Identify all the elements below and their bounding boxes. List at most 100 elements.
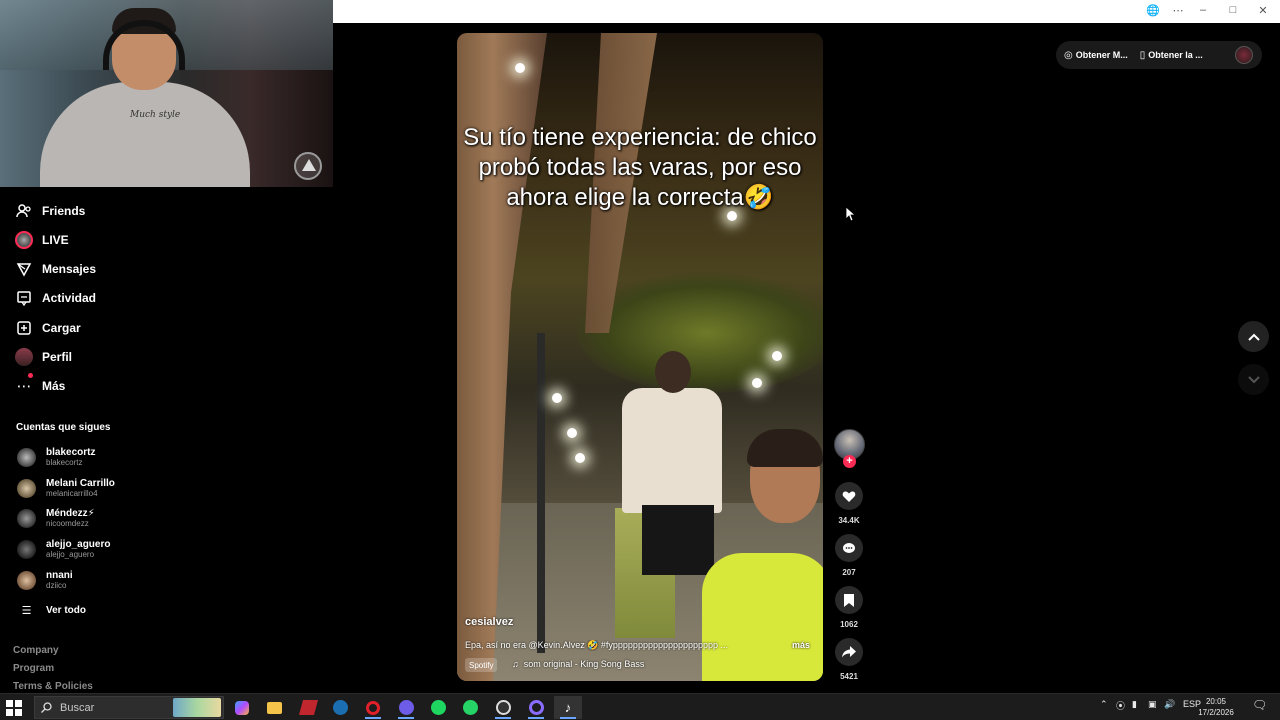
more-button[interactable]: más <box>792 640 810 650</box>
chevron-down-icon <box>1247 375 1260 383</box>
coin-icon: ◎ <box>1064 49 1073 61</box>
save-count: 1062 <box>840 620 858 629</box>
opera-app[interactable] <box>359 696 387 719</box>
sidebar-item-activity[interactable]: Actividad <box>14 286 96 310</box>
close-button[interactable]: ✕ <box>1253 4 1273 17</box>
file-explorer-app[interactable] <box>260 696 288 719</box>
tray-chevron-up-icon[interactable]: ⌃ <box>1100 699 1108 710</box>
follow-button[interactable]: + <box>843 455 856 468</box>
volume-icon[interactable]: 🔊 <box>1164 699 1175 710</box>
like-count: 34.4K <box>838 516 860 525</box>
steam-app[interactable] <box>326 696 354 719</box>
avatar <box>17 508 36 528</box>
sidebar-item-more[interactable]: ⋯ Más <box>14 373 66 398</box>
following-account[interactable]: blakecortz blakecortz <box>17 444 95 470</box>
following-account[interactable]: Melani Carrillo melanicarrillo4 <box>17 475 115 501</box>
bookmark-icon <box>844 593 854 607</box>
previous-video-button[interactable] <box>1238 321 1269 352</box>
account-name: alejjo_aguero <box>46 538 111 550</box>
app-purple[interactable] <box>522 696 550 719</box>
windows-start-icon[interactable] <box>6 700 22 716</box>
spotify-icon <box>430 700 446 715</box>
sidebar-item-upload[interactable]: Cargar <box>14 316 81 340</box>
video-author[interactable]: cesialvez <box>465 616 513 628</box>
sidebar: Friends LIVE Mensajes Actividad Cargar P… <box>0 187 333 693</box>
webcam-overlay: Much style <box>0 0 333 187</box>
sound-link[interactable]: ♫ som original - King Song Bass <box>512 659 644 669</box>
copilot-icon <box>235 700 249 715</box>
menu-dots-icon[interactable]: ⋯ <box>1168 4 1188 17</box>
discord-icon <box>398 700 414 715</box>
sidebar-item-profile[interactable]: Perfil <box>14 345 72 369</box>
spotify-tag[interactable]: Spotify <box>465 658 498 672</box>
taskbar: Buscar ♪ ⌃ ⦿ ▮ ▣ 🔊 ESP 20:05 17/2/2026 🗨 <box>0 693 1280 720</box>
following-account[interactable]: nnani dziico <box>17 567 73 593</box>
spotify-label: Spotify <box>469 660 494 670</box>
maximize-button[interactable]: □ <box>1223 4 1243 16</box>
avatar <box>17 478 36 498</box>
get-app-button[interactable]: ▯ Obtener la ... <box>1140 50 1203 61</box>
get-coins-button[interactable]: ◎ Obtener M... <box>1064 50 1128 61</box>
sidebar-item-label: Más <box>42 379 66 393</box>
video-scene <box>772 351 782 361</box>
share-count: 5421 <box>840 672 858 681</box>
account-name: blakecortz <box>46 446 96 458</box>
like-button[interactable] <box>835 482 863 510</box>
account-handle: nicoomdezz <box>46 518 89 528</box>
search-placeholder: Buscar <box>60 701 95 714</box>
network-icon[interactable]: ▣ <box>1148 699 1157 710</box>
copilot-app[interactable] <box>228 696 256 719</box>
translate-icon[interactable]: 🌐 <box>1143 4 1163 17</box>
video-scene <box>567 428 577 438</box>
sidebar-item-messages[interactable]: Mensajes <box>14 257 96 281</box>
account-name: Méndezz⚡ <box>46 507 95 519</box>
save-button[interactable] <box>835 586 863 614</box>
messages-icon <box>14 259 34 279</box>
account-handle: blakecortz <box>46 457 83 467</box>
share-icon <box>842 646 856 658</box>
discord-app[interactable] <box>392 696 420 719</box>
tray-app-icon[interactable]: ⦿ <box>1116 699 1125 712</box>
activity-icon <box>14 288 34 308</box>
comment-button[interactable] <box>835 534 863 562</box>
obs-app[interactable] <box>489 696 517 719</box>
video-player[interactable]: Su tío tiene experiencia: de chico probó… <box>457 33 823 681</box>
user-avatar[interactable] <box>1235 46 1253 64</box>
app-icon <box>298 700 318 715</box>
avatar <box>17 447 36 467</box>
sidebar-item-live[interactable]: LIVE <box>14 228 69 252</box>
following-account[interactable]: alejjo_aguero alejjo_aguero <box>17 536 110 562</box>
minimize-button[interactable]: – <box>1193 4 1213 16</box>
video-scene <box>552 393 562 403</box>
clock[interactable]: 20:05 17/2/2026 <box>1198 696 1234 718</box>
see-all-link[interactable]: ☰ Ver todo <box>17 597 86 623</box>
tiktok-app[interactable]: ♪ <box>554 696 582 719</box>
profile-avatar <box>14 347 34 367</box>
share-button[interactable] <box>835 638 863 666</box>
sidebar-item-label: Actividad <box>42 291 97 305</box>
microphone-icon[interactable]: ▮ <box>1132 699 1137 710</box>
whatsapp-app[interactable] <box>456 696 484 719</box>
app-red[interactable] <box>294 696 322 719</box>
taskbar-search[interactable]: Buscar <box>34 696 224 719</box>
steam-icon <box>332 700 348 715</box>
footer-link-terms[interactable]: Terms & Policies <box>13 681 93 692</box>
footer-link-program[interactable]: Program <box>13 663 54 674</box>
video-scene <box>575 453 585 463</box>
clock-time: 20:05 <box>1205 697 1227 706</box>
spotify-app[interactable] <box>424 696 452 719</box>
following-title: Cuentas que sigues <box>16 422 111 433</box>
comment-count: 207 <box>842 568 856 577</box>
screen: 🌐 ⋯ – □ ✕ Much style Friends LIVE Mensaj… <box>0 0 1280 720</box>
browser-titlebar: 🌐 ⋯ – □ ✕ <box>333 0 1280 23</box>
notifications-icon[interactable]: 🗨 <box>1252 698 1267 712</box>
opera-icon <box>366 700 380 715</box>
footer-link-company[interactable]: Company <box>13 645 59 656</box>
next-video-button[interactable] <box>1238 364 1269 395</box>
following-account[interactable]: Méndezz⚡ nicoomdezz <box>17 505 95 531</box>
sidebar-item-friends[interactable]: Friends <box>14 199 85 223</box>
get-app-pill: ◎ Obtener M... ▯ Obtener la ... <box>1056 41 1262 69</box>
phone-icon: ▯ <box>1139 49 1146 61</box>
search-highlight-image <box>173 698 221 717</box>
get-coins-label: Obtener M... <box>1075 50 1128 60</box>
